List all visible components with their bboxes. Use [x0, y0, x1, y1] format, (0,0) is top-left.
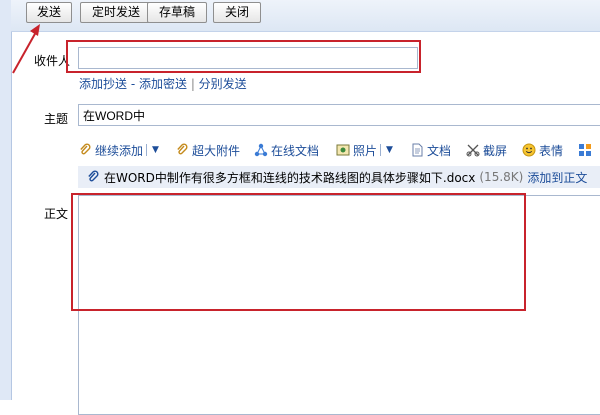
smiley-icon — [522, 143, 536, 157]
attachment-filename: 在WORD中制作有很多方框和连线的技术路线图的具体步骤如下.docx — [104, 170, 476, 185]
chevron-down-icon[interactable]: ▼ — [152, 145, 159, 155]
attached-file-row: 在WORD中制作有很多方框和连线的技术路线图的具体步骤如下.docx (15.8… — [78, 166, 600, 188]
continue-add-button[interactable]: 继续添加 ▼ — [78, 140, 159, 160]
subject-label: 主题 — [43, 112, 68, 126]
add-cc-link[interactable]: 添加抄送 — [79, 77, 127, 91]
link-separator: | — [187, 77, 199, 91]
link-separator: - — [127, 77, 139, 91]
document-icon — [410, 143, 424, 157]
screenshot-button[interactable]: 截屏 — [466, 140, 507, 160]
large-attachment-label: 超大附件 — [192, 143, 241, 158]
separate-send-link[interactable]: 分别发送 — [199, 77, 247, 91]
paperclip-icon — [86, 170, 100, 184]
close-button[interactable]: 关闭 — [213, 2, 261, 23]
grid-icon — [578, 143, 592, 157]
divider — [146, 144, 148, 156]
body-highlight-box — [71, 193, 526, 311]
scheduled-send-button[interactable]: 定时发送 — [80, 2, 152, 23]
attachment-size: (15.8K) — [479, 170, 524, 184]
photo-icon — [336, 143, 350, 157]
paperclip-icon — [78, 143, 92, 157]
document-button[interactable]: 文档 — [410, 140, 451, 160]
recipient-highlight-box — [66, 40, 421, 73]
compose-toolbar: 发送 定时发送 存草稿 关闭 — [11, 0, 600, 32]
online-doc-label: 在线文档 — [271, 143, 320, 158]
body-label: 正文 — [43, 207, 68, 221]
recipient-label: 收件人 — [33, 54, 70, 68]
save-draft-button[interactable]: 存草稿 — [147, 2, 207, 23]
send-button[interactable]: 发送 — [26, 2, 72, 23]
subject-input[interactable] — [78, 104, 600, 126]
continue-add-label: 继续添加 — [95, 143, 144, 158]
divider — [380, 144, 382, 156]
emoji-button[interactable]: 表情 — [522, 140, 563, 160]
large-attachment-button[interactable]: 超大附件 — [175, 140, 240, 160]
document-label: 文档 — [427, 143, 452, 158]
emoji-label: 表情 — [539, 143, 564, 158]
share-nodes-icon — [254, 143, 268, 157]
chevron-down-icon[interactable]: ▼ — [386, 145, 393, 155]
screenshot-label: 截屏 — [483, 143, 508, 158]
add-bcc-link[interactable]: 添加密送 — [139, 77, 187, 91]
online-doc-button[interactable]: 在线文档 — [254, 140, 319, 160]
more-apps-button[interactable] — [578, 140, 595, 160]
attachment-toolbar: 继续添加 ▼ 超大附件 在线文档 照片 ▼ 文档 截屏 表情 — [78, 140, 600, 160]
paperclip-icon — [175, 143, 189, 157]
add-to-body-link[interactable]: 添加到正文 — [527, 169, 587, 186]
photo-label: 照片 — [353, 143, 378, 158]
photo-button[interactable]: 照片 ▼ — [336, 140, 393, 160]
scissors-icon — [466, 143, 480, 157]
recipient-links: 添加抄送 - 添加密送 | 分别发送 — [79, 75, 247, 92]
